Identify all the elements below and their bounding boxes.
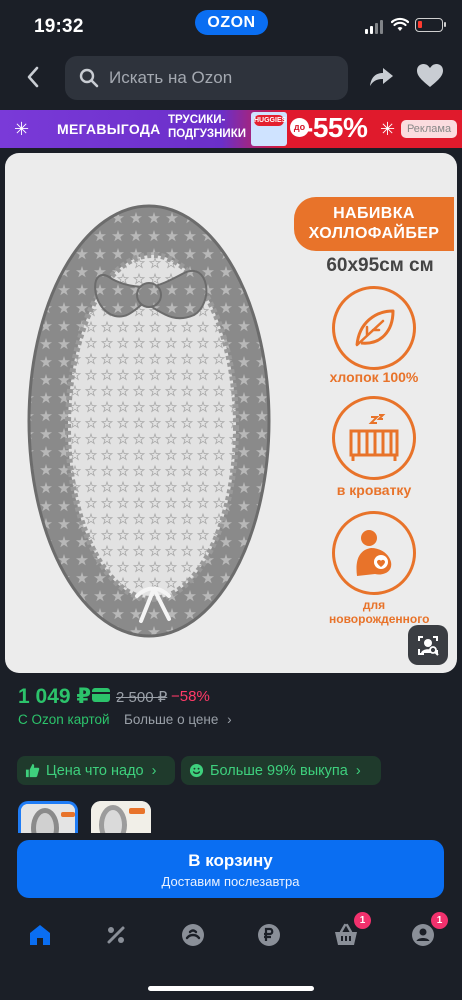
feature-cotton: хлопок 100% (329, 369, 419, 385)
smile-icon (189, 763, 204, 778)
pack-brand-text: HUGGIES (254, 115, 287, 126)
banner-discount: -55% (304, 112, 368, 143)
image-search-icon (418, 636, 439, 656)
share-button[interactable] (367, 62, 397, 92)
feature-crib: в кроватку (336, 482, 412, 498)
feature-newborn: для новорожденного (329, 598, 430, 626)
crib-feature-icon (332, 396, 416, 480)
search-icon (79, 68, 99, 88)
more-price-link[interactable]: Больше о цене › (124, 712, 232, 727)
tab-home[interactable] (25, 920, 55, 950)
discount-percent: −58% (171, 688, 210, 705)
tab-profile[interactable]: 1 (408, 912, 448, 950)
size-label: 60x95см см (326, 255, 434, 276)
thumbnail-image (21, 804, 75, 833)
thumbnail-image (91, 801, 151, 833)
chevron-right-icon: › (227, 712, 232, 727)
chip-good-price-label: Цена что надо (46, 762, 144, 779)
fresh-icon (182, 924, 204, 946)
back-button[interactable] (18, 62, 48, 92)
filling-badge: НАБИВКА ХОЛЛОФАЙБЕР (294, 197, 454, 251)
home-indicator (148, 986, 314, 991)
chip-buyout[interactable]: Больше 99% выкупа › (181, 756, 381, 785)
mother-baby-icon (356, 530, 392, 576)
sparkle-icon: ✳ (380, 119, 396, 139)
thumbnail-2[interactable] (91, 801, 151, 833)
percent-icon (107, 926, 125, 944)
tab-cart[interactable]: 1 (331, 912, 371, 950)
banner-headline: МЕГАВЫГОДА (57, 121, 161, 137)
ozon-card-label[interactable]: С Ozon картой (18, 712, 110, 727)
ad-banner[interactable]: ✳ МЕГАВЫГОДА ТРУСИКИ- ПОДГУЗНИКИ HUGGIES… (0, 110, 462, 148)
heart-icon (417, 64, 443, 87)
mother-feature-icon (332, 511, 416, 595)
chip-buyout-label: Больше 99% выкупа (210, 762, 348, 779)
search-placeholder: Искать на Ozon (109, 68, 233, 87)
tab-fresh[interactable] (178, 920, 208, 950)
product-gallery[interactable]: НАБИВКА ХОЛЛОФАЙБЕР 60x95см см хлопок 10… (5, 153, 457, 673)
leaf-icon (355, 309, 395, 347)
chevron-right-icon: › (151, 762, 157, 779)
visual-search-button[interactable] (408, 625, 448, 665)
wifi-icon (391, 17, 409, 31)
diaper-pack-image: HUGGIES (251, 112, 287, 146)
leaf-feature-icon (332, 286, 416, 370)
chevron-left-icon (27, 66, 39, 88)
more-price-label: Больше о цене (124, 712, 219, 727)
thumbnail-1[interactable] (18, 801, 78, 833)
banner-product: ТРУСИКИ- ПОДГУЗНИКИ (168, 113, 246, 141)
old-price: 2 500 ₽ (116, 689, 168, 706)
chevron-right-icon: › (355, 762, 361, 779)
chip-good-price[interactable]: Цена что надо › (17, 756, 175, 785)
crib-icon (349, 414, 399, 461)
signal-icon (365, 20, 385, 34)
thumbs-up-icon (25, 763, 40, 778)
current-price: 1 049 ₽ (18, 685, 91, 708)
card-icon (92, 688, 110, 702)
add-to-cart-button[interactable]: В корзину Доставим послезавтра (17, 840, 444, 898)
banner-product-line1: ТРУСИКИ- (168, 114, 226, 126)
home-icon (30, 925, 50, 945)
search-input[interactable]: Искать на Ozon (65, 56, 348, 100)
battery-icon (415, 18, 446, 32)
tab-finance[interactable] (254, 920, 284, 950)
status-time: 19:32 (34, 16, 84, 37)
baby-nest-image (27, 204, 271, 638)
share-icon (370, 68, 393, 86)
profile-notification-badge: 1 (431, 912, 448, 929)
delivery-label: Доставим послезавтра (161, 874, 300, 889)
banner-product-line2: ПОДГУЗНИКИ (168, 128, 246, 140)
sparkle-icon: ✳ (14, 119, 30, 139)
status-bar: 19:32 OZON (0, 0, 462, 52)
ruble-icon (258, 924, 280, 946)
favorite-button[interactable] (416, 63, 446, 93)
filling-line2: ХОЛЛОФАЙБЕР (308, 225, 440, 242)
ad-label[interactable]: Реклама (401, 120, 457, 138)
ozon-logo[interactable]: OZON (195, 10, 268, 35)
filling-line1: НАБИВКА (333, 205, 415, 222)
add-to-cart-label: В корзину (188, 851, 273, 870)
cart-count-badge: 1 (354, 912, 371, 929)
tab-promotions[interactable] (101, 920, 131, 950)
